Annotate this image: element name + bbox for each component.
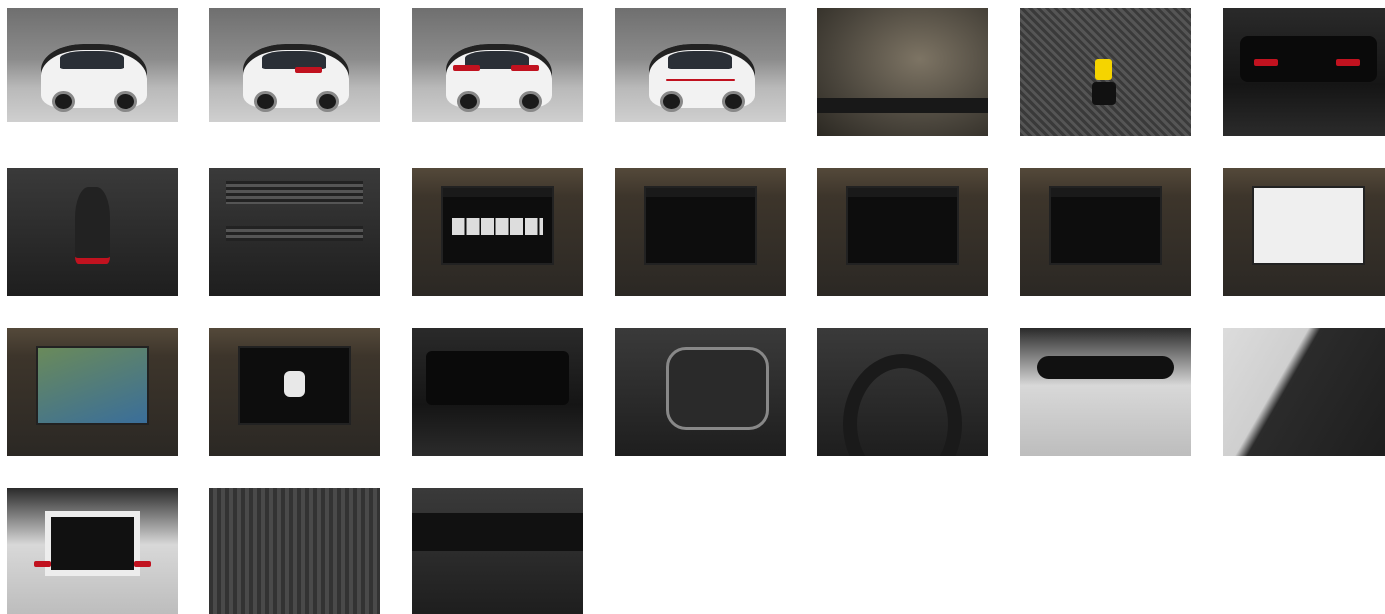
car-body [41, 44, 148, 113]
photo-vin-windshield[interactable] [817, 8, 988, 136]
tail-light [453, 65, 481, 71]
photo-steering-wheel[interactable] [817, 328, 988, 456]
photo-car-front-right[interactable] [615, 8, 786, 122]
photo-car-front-left[interactable] [7, 8, 178, 122]
infotainment-screen [1252, 185, 1365, 266]
photo-infotainment-phone[interactable] [615, 168, 786, 296]
photo-rear-view-mirror[interactable] [1020, 328, 1191, 456]
photo-gallery [0, 0, 1385, 614]
infotainment-screen [1049, 185, 1162, 266]
camera-view [36, 345, 149, 426]
grille-red-stripe [666, 78, 735, 81]
photo-open-trunk[interactable] [7, 488, 178, 614]
photo-steering-wheel-buttons[interactable] [615, 328, 786, 456]
air-vent [226, 180, 363, 204]
photo-climate-controls[interactable] [209, 168, 380, 296]
photo-gear-shifter[interactable] [7, 168, 178, 296]
photo-infotainment-service[interactable] [1223, 168, 1385, 296]
photo-park-distance-control[interactable] [209, 328, 380, 456]
wheel-button-panel [666, 347, 769, 431]
car-body [446, 44, 553, 113]
climate-panel [226, 225, 363, 241]
tail-light [294, 67, 322, 73]
photo-infotainment-app-connect[interactable] [1020, 168, 1191, 296]
photo-infotainment-camera[interactable] [7, 328, 178, 456]
photo-infotainment-navigation[interactable] [817, 168, 988, 296]
photo-dashboard-overview[interactable] [412, 488, 583, 614]
rear-mirror [1037, 356, 1174, 380]
trunk-space [44, 510, 141, 577]
park-distance-screen [238, 345, 351, 426]
photo-instrument-cluster-red[interactable] [1223, 8, 1385, 136]
photo-infotainment-radio[interactable] [412, 168, 583, 296]
infotainment-screen [441, 185, 554, 266]
car-key [1091, 82, 1116, 106]
photo-car-rear-left[interactable] [209, 8, 380, 122]
car-body [243, 44, 350, 113]
photo-car-rear-right[interactable] [412, 8, 583, 122]
tail-light [511, 65, 539, 71]
steering-wheel [842, 353, 963, 456]
photo-keys-on-seat[interactable] [1020, 8, 1191, 136]
photo-digital-cockpit[interactable] [412, 328, 583, 456]
photo-rear-seats[interactable] [209, 488, 380, 614]
photo-door-panel[interactable] [1223, 328, 1385, 456]
car-body [649, 44, 756, 113]
infotainment-screen [846, 185, 959, 266]
key-tag [1095, 59, 1113, 80]
infotainment-screen [644, 185, 757, 266]
gear-knob [75, 187, 110, 264]
